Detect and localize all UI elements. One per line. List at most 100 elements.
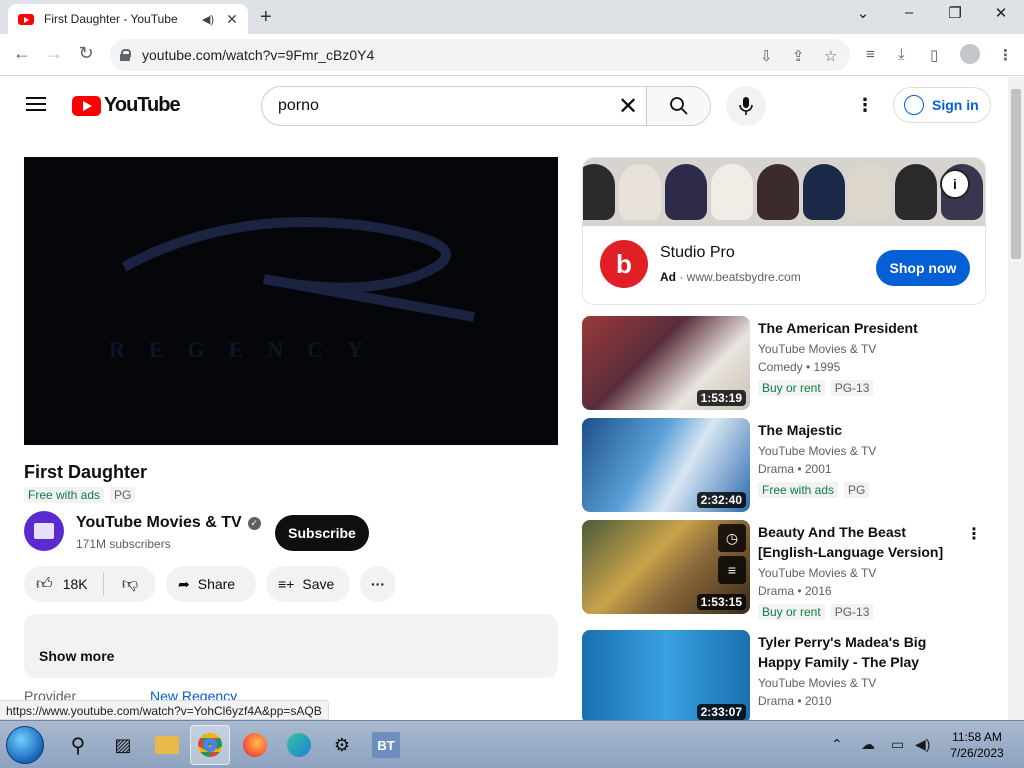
duration-badge: 1:53:15 <box>696 594 746 610</box>
share-label: Share <box>197 576 236 592</box>
ad-banner-image[interactable]: i <box>583 158 985 226</box>
new-tab-icon[interactable]: + <box>260 6 272 29</box>
dislike-button[interactable]: 👎︎ <box>104 575 156 594</box>
more-actions-icon[interactable]: ··· <box>360 566 396 602</box>
restore-icon[interactable]: ❐ <box>941 4 969 22</box>
close-window-icon[interactable]: ✕ <box>987 4 1015 22</box>
menu-icon[interactable] <box>26 97 46 111</box>
recommendation-menu-icon[interactable]: ⋮ <box>966 524 982 544</box>
recommendation-badges: Free with ads PG <box>758 482 870 498</box>
save-label: Save <box>302 576 335 592</box>
photos-icon[interactable]: ▨ <box>103 725 143 765</box>
recommendation-item[interactable]: 1:53:19 The American President YouTube M… <box>582 316 986 412</box>
scrollbar-thumb[interactable] <box>1011 89 1021 259</box>
reload-icon[interactable]: ↻ <box>74 43 98 64</box>
profile-avatar-icon[interactable] <box>960 44 980 64</box>
install-icon[interactable]: ⇩ <box>760 47 773 65</box>
clapperboard-icon <box>34 523 54 539</box>
recommendation-meta: Drama • 2001 <box>758 462 832 476</box>
recommendation-item[interactable]: ◷ ≡ 1:53:15 Beauty And The Beast [Englis… <box>582 520 986 620</box>
downloads-icon[interactable]: ⤓ <box>898 46 905 63</box>
recommendation-title[interactable]: Tyler Perry's Madea's Big Happy Family -… <box>758 632 962 672</box>
clock-date: 7/26/2023 <box>950 746 1004 760</box>
media-control-icon[interactable]: ≡ <box>866 46 875 63</box>
shop-now-button[interactable]: Shop now <box>876 250 970 286</box>
description-box[interactable]: Show more <box>24 614 558 678</box>
clear-search-icon[interactable]: ✕ <box>610 87 646 125</box>
forward-icon[interactable]: → <box>42 43 66 64</box>
purchase-badge: Free with ads <box>758 482 839 498</box>
chrome-menu-icon[interactable]: ⋮ <box>998 46 1013 64</box>
save-button[interactable]: ≡+ Save <box>266 566 350 602</box>
chrome-icon[interactable] <box>190 725 230 765</box>
video-thumbnail[interactable]: ◷ ≡ 1:53:15 <box>582 520 750 614</box>
channel-name-text[interactable]: YouTube Movies & TV <box>76 514 242 531</box>
sign-in-button[interactable]: Sign in <box>893 87 991 123</box>
network-icon[interactable]: ☁ <box>861 736 875 753</box>
subscriber-count: 171M subscribers <box>76 537 171 551</box>
video-thumbnail[interactable]: 2:33:07 <box>582 630 750 720</box>
close-tab-icon[interactable]: ✕ <box>224 11 240 28</box>
video-player[interactable]: REGENCY <box>24 157 558 445</box>
system-clock[interactable]: 11:58 AM 7/26/2023 <box>942 729 1012 761</box>
subscribe-button[interactable]: Subscribe <box>275 515 369 551</box>
ad-title[interactable]: Studio Pro <box>660 244 735 262</box>
watch-later-icon[interactable]: ◷ <box>718 524 746 552</box>
sidebar-ad[interactable]: i b Studio Pro Ad · www.beatsbydre.com S… <box>582 157 986 305</box>
browser-tab[interactable]: First Daughter - YouTube ◀) ✕ <box>8 4 248 34</box>
recommendation-channel[interactable]: YouTube Movies & TV <box>758 676 876 690</box>
bookmark-star-icon[interactable]: ☆ <box>824 47 837 65</box>
verified-icon: ✓ <box>247 517 261 530</box>
like-count: 18K <box>62 576 88 592</box>
channel-name[interactable]: YouTube Movies & TV ✓ <box>76 514 261 532</box>
page-scrollbar[interactable] <box>1008 77 1024 720</box>
search-taskbar-icon[interactable]: ⚲ <box>58 725 98 765</box>
start-button[interactable] <box>6 726 44 764</box>
file-explorer-icon[interactable] <box>147 725 187 765</box>
share-page-icon[interactable]: ⇪ <box>792 47 805 65</box>
search-input[interactable]: porno <box>262 87 610 125</box>
back-icon[interactable]: ← <box>10 43 34 64</box>
side-panel-icon[interactable]: ▯ <box>930 46 938 64</box>
recommendation-item[interactable]: 2:32:40 The Majestic YouTube Movies & TV… <box>582 418 986 514</box>
lock-icon[interactable] <box>120 49 131 61</box>
search-icon <box>669 97 688 115</box>
address-bar[interactable]: youtube.com/watch?v=9Fmr_cBz0Y4 ⇩ ⇪ ☆ <box>110 39 850 71</box>
recommendation-channel[interactable]: YouTube Movies & TV <box>758 444 876 458</box>
thumbs-down-icon: 👎︎ <box>121 575 139 593</box>
recommendation-item[interactable]: 2:33:07 Tyler Perry's Madea's Big Happy … <box>582 630 986 720</box>
firefox-icon[interactable] <box>235 725 275 765</box>
ad-info-icon[interactable]: i <box>940 169 970 199</box>
tab-search-icon[interactable]: ⌄ <box>849 4 877 22</box>
action-center-icon[interactable]: ▭ <box>891 736 904 753</box>
audio-playing-icon[interactable]: ◀) <box>202 13 214 26</box>
minimize-icon[interactable]: – <box>895 4 923 21</box>
video-thumbnail[interactable]: 2:32:40 <box>582 418 750 512</box>
recommendation-title[interactable]: Beauty And The Beast [English-Language V… <box>758 522 962 562</box>
ad-domain: www.beatsbydre.com <box>686 270 801 284</box>
url-text[interactable]: youtube.com/watch?v=9Fmr_cBz0Y4 <box>142 47 374 63</box>
recommendation-title[interactable]: The American President <box>758 318 962 338</box>
channel-row: YouTube Movies & TV ✓ 171M subscribers Su… <box>24 511 558 553</box>
sign-in-label: Sign in <box>932 97 979 113</box>
channel-avatar[interactable] <box>24 511 64 551</box>
add-to-queue-icon[interactable]: ≡ <box>718 556 746 584</box>
bt-app-icon[interactable]: BT <box>366 725 406 765</box>
recommendation-channel[interactable]: YouTube Movies & TV <box>758 342 876 356</box>
edge-icon[interactable] <box>279 725 319 765</box>
youtube-logo[interactable]: YouTube <box>72 94 181 117</box>
settings-app-icon[interactable]: ⚙ <box>322 725 362 765</box>
rating-badge: PG <box>110 487 136 503</box>
settings-menu-icon[interactable]: ⋮ <box>856 95 874 116</box>
regency-logo <box>121 217 475 322</box>
recommendation-title[interactable]: The Majestic <box>758 420 962 440</box>
show-more-button[interactable]: Show more <box>39 648 114 664</box>
share-button[interactable]: ➦ Share <box>166 566 256 602</box>
search-button[interactable] <box>646 87 710 125</box>
show-hidden-icons[interactable]: ⌃ <box>831 736 843 753</box>
recommendation-channel[interactable]: YouTube Movies & TV <box>758 566 876 580</box>
volume-icon[interactable]: ◀) <box>915 736 930 753</box>
video-thumbnail[interactable]: 1:53:19 <box>582 316 750 410</box>
like-button[interactable]: 👍︎ 18K <box>24 572 104 596</box>
voice-search-button[interactable] <box>726 86 766 126</box>
